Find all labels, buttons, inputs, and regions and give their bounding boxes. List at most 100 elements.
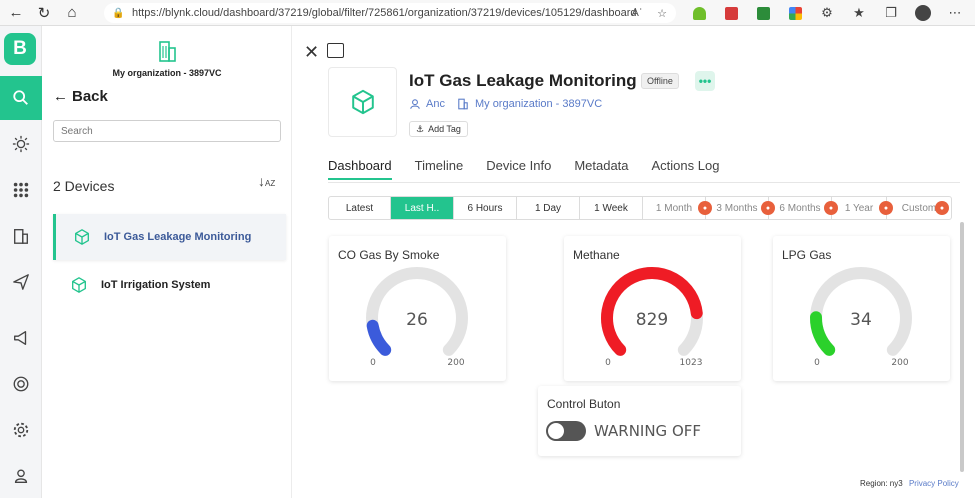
gauge-fill xyxy=(366,319,392,356)
browser-menu-icon[interactable]: ⋯ xyxy=(939,0,971,26)
device-sidebar: My organization - 3897VC ← Back 2 Device… xyxy=(42,26,292,498)
range-1-week[interactable]: 1 Week xyxy=(580,197,643,219)
extension-green-icon[interactable] xyxy=(747,0,779,26)
building-icon xyxy=(458,98,468,110)
gauge-min: 0 xyxy=(814,358,820,368)
widget-methane[interactable]: Methane 829 0 1023 xyxy=(564,236,741,381)
blynk-logo[interactable]: B xyxy=(4,33,36,65)
device-item-gas-leakage[interactable]: IoT Gas Leakage Monitoring xyxy=(53,214,286,260)
address-bar[interactable]: 🔒 https://blynk.cloud/dashboard/37219/gl… xyxy=(104,3,676,23)
user-icon xyxy=(14,469,28,483)
tabs-divider xyxy=(328,182,960,183)
rail-sun[interactable] xyxy=(0,122,42,166)
privacy-policy-link[interactable]: Privacy Policy xyxy=(909,479,959,488)
range-label: 3 Months xyxy=(716,202,758,214)
range-3-months[interactable]: 3 Months ● xyxy=(706,197,775,219)
device-tabs: Dashboard Timeline Device Info Metadata … xyxy=(328,158,742,182)
organization-name: My organization - 3897VC xyxy=(112,68,222,78)
extensions-puzzle-icon[interactable]: ⚙ xyxy=(811,0,843,26)
rail-search[interactable] xyxy=(0,76,42,120)
read-aloud-icon[interactable]: Aʿ xyxy=(629,5,645,21)
back-button[interactable]: ← Back xyxy=(53,88,108,105)
range-latest[interactable]: Latest xyxy=(329,197,391,219)
rail-grid[interactable] xyxy=(0,168,42,212)
building-icon xyxy=(14,229,28,244)
search-icon xyxy=(13,90,28,105)
widget-title: Control Buton xyxy=(547,397,621,411)
rail-building[interactable] xyxy=(0,214,42,258)
sun-icon xyxy=(12,135,30,153)
warning-toggle[interactable] xyxy=(546,421,586,441)
gauge-min: 0 xyxy=(370,358,376,368)
device-title: IoT Gas Leakage Monitoring xyxy=(409,71,637,90)
favorite-icon[interactable]: ☆ xyxy=(654,5,670,21)
device-item-irrigation[interactable]: IoT Irrigation System xyxy=(53,262,286,308)
range-custom[interactable]: Custom ● xyxy=(887,197,951,219)
home-icon[interactable]: ⌂ xyxy=(58,0,86,26)
main-scrollbar[interactable] xyxy=(960,222,964,472)
device-item-name: IoT Gas Leakage Monitoring xyxy=(104,231,252,243)
tab-dashboard[interactable]: Dashboard xyxy=(328,158,392,180)
favorites-icon[interactable]: ★ xyxy=(843,0,875,26)
lock-icon: ● xyxy=(761,201,775,215)
add-tag-label: Add Tag xyxy=(428,124,461,134)
cube-icon xyxy=(75,229,89,245)
rail-megaphone[interactable] xyxy=(0,316,42,360)
extension-red-icon[interactable] xyxy=(715,0,747,26)
tab-actions-log[interactable]: Actions Log xyxy=(652,158,720,180)
collections-icon[interactable]: ❐ xyxy=(875,0,907,26)
range-6-hours[interactable]: 6 Hours xyxy=(454,197,517,219)
device-thumbnail xyxy=(328,67,397,137)
rail-send[interactable] xyxy=(0,260,42,304)
tab-device-info[interactable]: Device Info xyxy=(486,158,551,180)
gear-icon xyxy=(13,422,29,438)
widget-lpg[interactable]: LPG Gas 34 0 200 xyxy=(773,236,950,381)
region-label: Region: ny3 xyxy=(860,479,903,488)
range-label: 1 Month xyxy=(655,202,693,214)
add-tag-button[interactable]: ⚓ Add Tag xyxy=(409,121,468,137)
widget-co-smoke[interactable]: CO Gas By Smoke 26 0 200 xyxy=(329,236,506,381)
toggle-state-label: WARNING OFF xyxy=(594,422,702,440)
gauge-value: 26 xyxy=(406,310,428,330)
profile-avatar[interactable] xyxy=(907,0,939,26)
range-label: Custom xyxy=(901,202,937,214)
gauge-co-smoke: 26 0 200 xyxy=(366,267,468,368)
gauge-fill xyxy=(810,311,836,356)
tab-timeline[interactable]: Timeline xyxy=(415,158,464,180)
grid-icon xyxy=(13,182,29,198)
lock-icon: ● xyxy=(879,201,893,215)
organization-icon xyxy=(159,41,176,62)
range-1-year[interactable]: 1 Year ● xyxy=(832,197,893,219)
device-item-name: IoT Irrigation System xyxy=(101,279,211,291)
extension-download-icon[interactable] xyxy=(683,0,715,26)
sort-icon[interactable]: ↓AZ xyxy=(258,173,276,193)
expand-icon[interactable] xyxy=(327,43,344,58)
browser-toolbar: ← ↻ ⌂ 🔒 https://blynk.cloud/dashboard/37… xyxy=(0,0,975,26)
back-arrow-icon[interactable]: ← xyxy=(2,0,30,26)
gauge-max: 1023 xyxy=(680,358,703,368)
device-search-input[interactable] xyxy=(53,120,281,142)
tab-metadata[interactable]: Metadata xyxy=(574,158,628,180)
range-last-hour[interactable]: Last H.. xyxy=(391,197,454,219)
cube-icon xyxy=(72,277,86,293)
range-label: 1 Year xyxy=(844,202,874,214)
more-options-button[interactable]: ••• xyxy=(695,71,715,91)
range-label: 6 Months xyxy=(779,202,821,214)
lock-icon: ● xyxy=(824,201,838,215)
range-6-months[interactable]: 6 Months ● xyxy=(769,197,838,219)
owner-name: Anc xyxy=(426,98,445,110)
lifebuoy-icon xyxy=(13,376,29,392)
rail-profile[interactable] xyxy=(0,454,42,498)
refresh-icon[interactable]: ↻ xyxy=(30,0,58,26)
rail-settings[interactable] xyxy=(0,408,42,452)
organization-link[interactable]: My organization - 3897VC xyxy=(457,98,602,110)
close-icon[interactable]: ✕ xyxy=(304,42,319,63)
extension-dots-icon[interactable] xyxy=(779,0,811,26)
rail-support[interactable] xyxy=(0,362,42,406)
lock-icon: ● xyxy=(698,201,712,215)
owner-link[interactable]: Anc xyxy=(409,98,445,110)
gauge-min: 0 xyxy=(605,358,611,368)
gauge-max: 200 xyxy=(447,358,464,368)
range-1-day[interactable]: 1 Day xyxy=(517,197,580,219)
range-1-month[interactable]: 1 Month ● xyxy=(643,197,712,219)
